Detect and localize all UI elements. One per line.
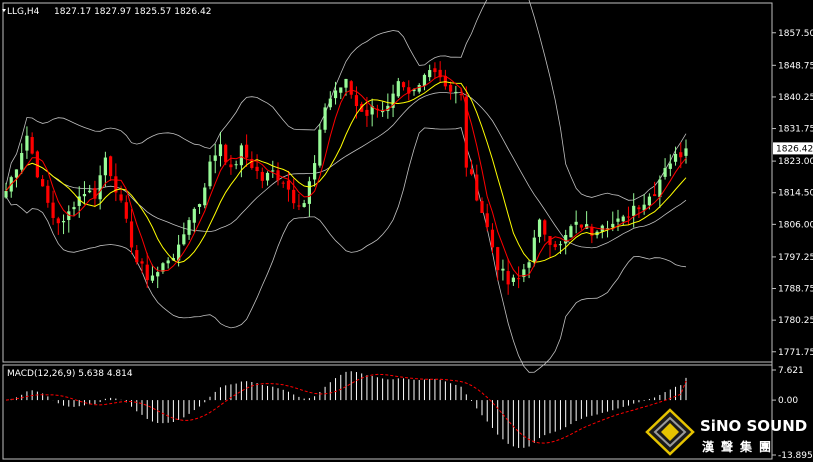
price-tick-label: 1797.25	[778, 253, 813, 263]
macd-tick-label: -13.895	[778, 451, 813, 461]
price-tick-label: 1831.75	[778, 125, 813, 135]
current-price-marker: 1826.42	[773, 142, 813, 155]
macd-tick-label: 7.621	[778, 366, 804, 376]
logo-text: SiNO SOUND	[700, 417, 807, 435]
candle	[323, 103, 327, 133]
candle	[569, 224, 573, 238]
price-tick-label: 1823.00	[778, 157, 813, 167]
candle	[318, 123, 322, 168]
current-price-label: 1826.42	[776, 144, 813, 154]
macd-label: MACD(12,26,9) 5.638 4.814	[7, 369, 133, 379]
price-tick-label: 1814.50	[778, 189, 813, 199]
price-tick-label: 1806.00	[778, 220, 813, 230]
price-tick-label: 1780.25	[778, 316, 813, 326]
ohlc-readout: 1827.17 1827.97 1825.57 1826.42	[54, 7, 211, 17]
price-tick-label: 1857.50	[778, 29, 813, 39]
candle	[35, 150, 39, 179]
chart-stage: LLG,H4 1827.17 1827.97 1825.57 1826.42 1…	[0, 0, 813, 462]
chart-title: LLG,H4	[7, 7, 40, 17]
price-tick-label: 1848.75	[778, 61, 813, 71]
candle	[464, 86, 468, 177]
price-tick-label: 1840.25	[778, 93, 813, 103]
macd-tick-label: 0.00	[778, 396, 798, 406]
price-tick-label: 1771.75	[778, 348, 813, 358]
price-tick-label: 1788.75	[778, 285, 813, 295]
logo-subtext: 漢聲集團	[702, 439, 778, 454]
